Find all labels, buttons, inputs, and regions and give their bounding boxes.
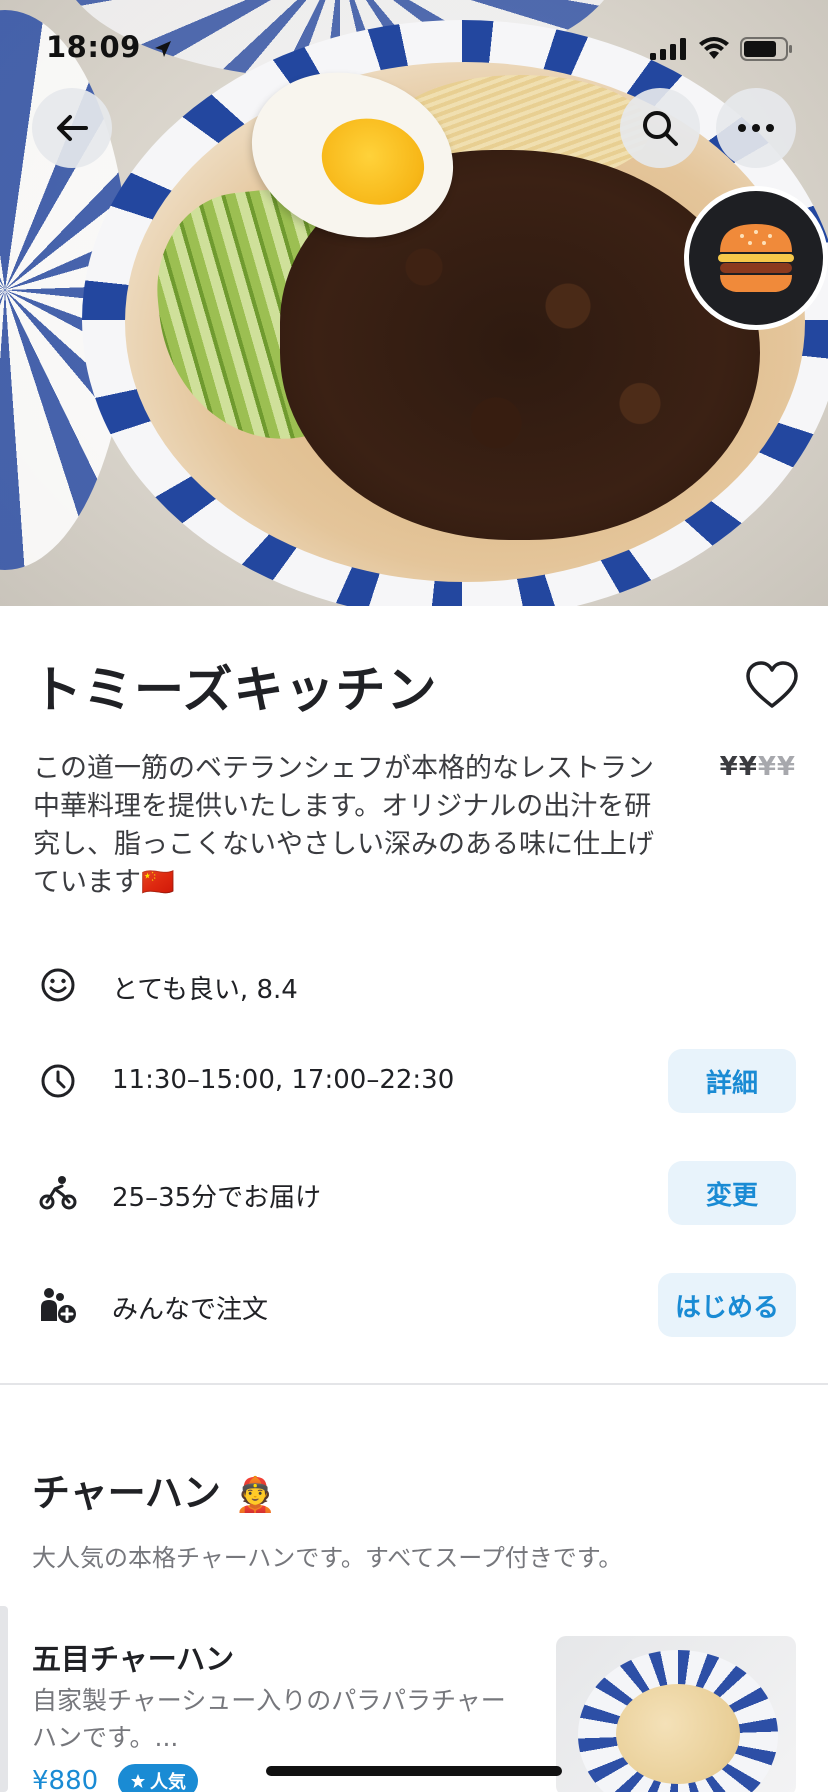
section-title: チャーハン 👲 <box>32 1462 276 1517</box>
restaurant-name: トミーズキッチン <box>32 661 438 719</box>
group-add-icon <box>41 1288 76 1323</box>
restaurant-logo <box>684 186 828 330</box>
change-delivery-button[interactable]: 変更 <box>668 1161 796 1225</box>
status-time: 18:09 <box>46 30 173 64</box>
restaurant-description-text: この道一筋のベテランシェフが本格的なレストラン中華料理を提供いたします。オリジナ… <box>33 753 654 898</box>
location-arrow-icon <box>155 41 172 57</box>
hamburger-icon <box>718 224 794 292</box>
fried-rice <box>616 1684 740 1784</box>
group-order-text: みんなで注文 <box>112 1295 269 1325</box>
battery-icon <box>740 37 792 61</box>
section-title-text: チャーハン <box>32 1471 221 1515</box>
smiley-icon <box>41 968 75 1002</box>
section-divider <box>0 1383 828 1385</box>
rating-row: とても良い, 8.4 <box>0 950 828 1020</box>
restaurant-description: この道一筋のベテランシェフが本格的なレストラン中華料理を提供いたします。オリジナ… <box>33 750 673 902</box>
rating-text: とても良い, 8.4 <box>112 975 298 1005</box>
hours-details-button[interactable]: 詳細 <box>668 1049 796 1113</box>
price-level: ¥¥¥¥ <box>720 752 796 782</box>
menu-item-image <box>556 1636 796 1792</box>
heart-icon[interactable] <box>744 658 800 714</box>
clock-icon <box>41 1064 75 1098</box>
menu-item-name: 五目チャーハン <box>32 1642 235 1676</box>
more-button[interactable] <box>716 88 796 168</box>
popular-badge: 人気 <box>118 1764 198 1792</box>
search-icon <box>643 111 678 146</box>
search-button[interactable] <box>620 88 700 168</box>
price-level-active: ¥¥ <box>719 752 758 782</box>
price-level-inactive: ¥¥ <box>757 752 796 782</box>
status-icons <box>650 36 794 62</box>
more-horizontal-icon <box>738 124 774 132</box>
back-button[interactable] <box>32 88 112 168</box>
scroll-edge-indicator <box>0 1606 8 1792</box>
popular-badge-label: 人気 <box>150 1772 186 1792</box>
status-bar: 18:09 <box>0 0 828 96</box>
arrow-left-icon <box>57 115 88 141</box>
home-indicator <box>266 1766 562 1776</box>
wifi-icon <box>699 37 729 59</box>
section-subtitle: 大人気の本格チャーハンです。すべてスープ付きです。 <box>32 1544 623 1572</box>
bike-icon <box>39 1176 77 1210</box>
star-icon <box>131 1774 145 1788</box>
menu-item-price: ¥880 <box>32 1766 99 1792</box>
hours-row: 11:30–15:00, 17:00–22:30 詳細 <box>0 1046 828 1116</box>
status-time-text: 18:09 <box>46 30 141 64</box>
delivery-time-text: 25–35分でお届け <box>112 1183 322 1213</box>
hours-text: 11:30–15:00, 17:00–22:30 <box>112 1065 455 1095</box>
signal-icon <box>650 38 686 60</box>
delivery-row: 25–35分でお届け 変更 <box>0 1158 828 1228</box>
group-order-row: みんなで注文 はじめる <box>0 1270 828 1340</box>
china-flag-icon: 🇨🇳 <box>141 867 175 898</box>
menu-item-description: 自家製チャーシュー入りのパラパラチャーハンです。... <box>32 1686 506 1752</box>
egg-yolk <box>310 105 436 218</box>
chinese-cap-emoji-icon: 👲 <box>234 1475 277 1515</box>
start-group-order-button[interactable]: はじめる <box>658 1273 796 1337</box>
